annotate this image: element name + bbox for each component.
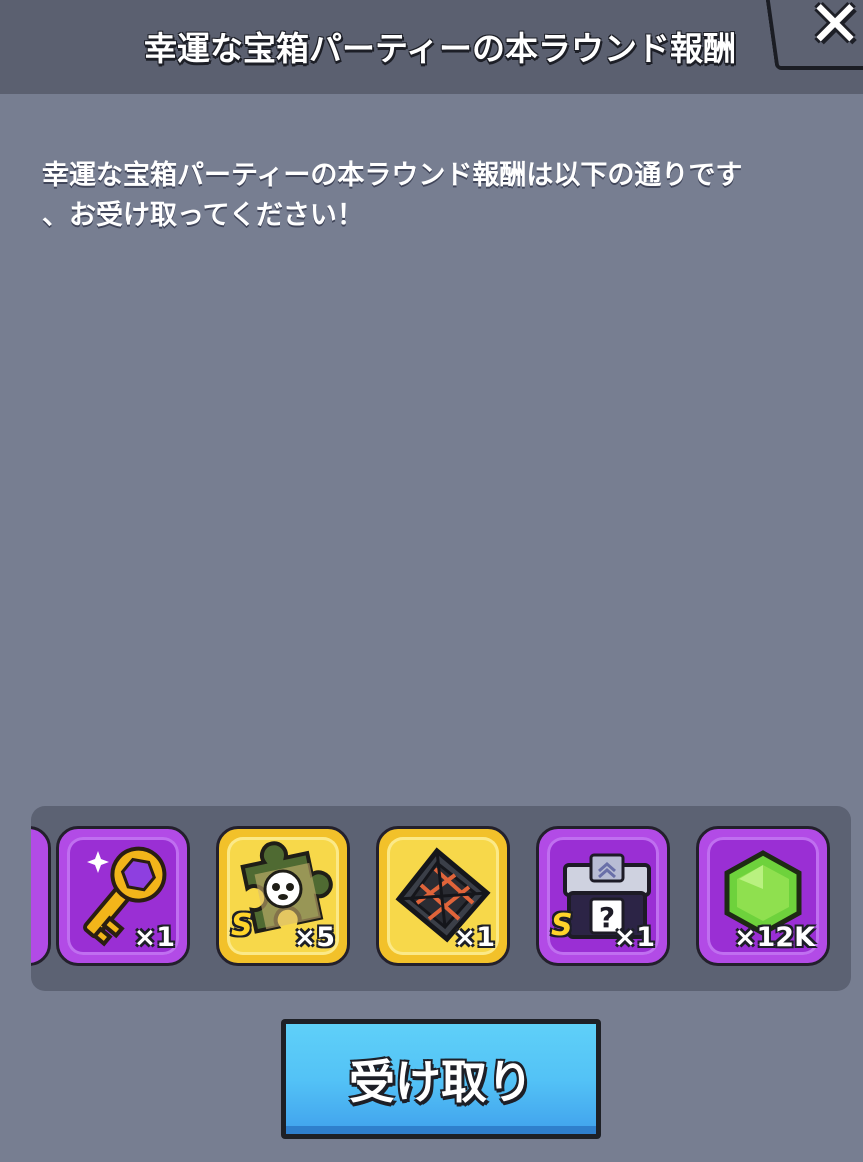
reward-item-mystery-chest[interactable]: ? S ×1 [536, 826, 670, 966]
item-count: ×1 [133, 922, 175, 953]
grade-badge: S [231, 908, 253, 943]
reward-item-pet-puzzle-piece[interactable]: S ×5 [216, 826, 350, 966]
dialog-header: 幸運な宝箱パーティーの本ラウンド報酬 [0, 0, 863, 94]
reward-message-line-1: 幸運な宝箱パーティーの本ラウンド報酬は以下の通りです [42, 160, 743, 191]
reward-tray[interactable]: ×1 S ×5 ×1 ? S ×1 ×12K [31, 806, 851, 991]
item-count: ×12K [733, 922, 815, 953]
reward-item-green-gem[interactable]: ×12K [696, 826, 830, 966]
reward-item-cage-cube[interactable]: ×1 [376, 826, 510, 966]
item-count: ×1 [613, 922, 655, 953]
claim-button-label[interactable]: 受け取り [286, 1046, 596, 1112]
item-count: ×5 [293, 922, 335, 953]
reward-item-golden-key[interactable]: ×1 [56, 826, 190, 966]
item-count: ×1 [453, 922, 495, 953]
dialog-title: 幸運な宝箱パーティーの本ラウンド報酬 [143, 29, 737, 68]
reward-message-line-2: 、お受け取ってください！ [42, 200, 364, 231]
reward-item-partial [31, 826, 51, 966]
grade-badge: S [551, 908, 573, 943]
close-icon[interactable]: ✕ [808, 0, 862, 57]
reward-message: 幸運な宝箱パーティーの本ラウンド報酬は以下の通りです 、お受け取ってください！ [42, 156, 832, 236]
close-button[interactable]: ✕ [800, 0, 863, 57]
claim-button-face[interactable]: 受け取り [286, 1024, 596, 1134]
claim-button[interactable]: 受け取り [281, 1019, 601, 1139]
